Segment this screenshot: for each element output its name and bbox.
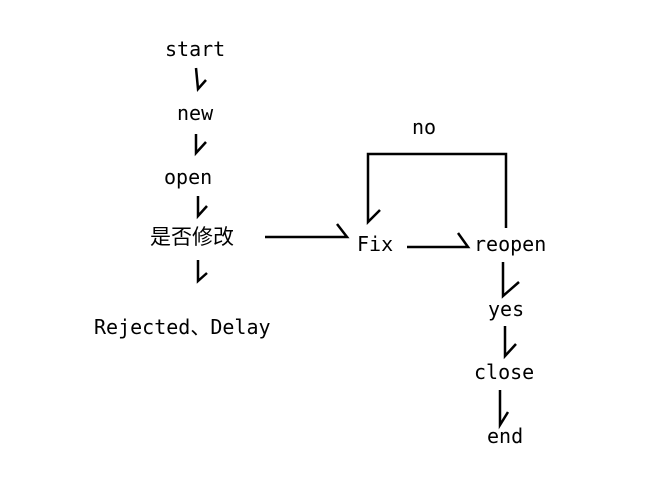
node-reopen: reopen — [474, 232, 547, 256]
edge-label-no: no — [412, 115, 437, 139]
arrow-decision-to-fix — [265, 223, 350, 239]
flowchart-canvas: start new open 是否修改 Rejected、Delay Fix r… — [0, 0, 654, 477]
arrow-open-to-decision — [196, 196, 208, 220]
flowchart-connectors — [194, 67, 520, 430]
node-fix: Fix — [357, 232, 394, 256]
arrow-yes-to-close — [503, 326, 517, 360]
arrow-fix-to-reopen — [407, 232, 471, 249]
node-rejected-delay: Rejected、Delay — [94, 315, 271, 339]
node-yes: yes — [488, 297, 525, 321]
node-close: close — [474, 360, 535, 384]
arrow-new-to-open — [194, 134, 207, 157]
node-end: end — [487, 424, 524, 448]
node-start: start — [165, 37, 226, 61]
arrow-reopen-to-yes — [501, 262, 520, 299]
arrow-start-to-new — [194, 67, 207, 92]
node-new: new — [177, 101, 214, 125]
arrow-reopen-to-fix-loop — [366, 152, 508, 228]
node-decision: 是否修改 — [150, 225, 234, 249]
arrow-decision-to-rejected — [196, 260, 208, 284]
arrow-close-to-end — [498, 390, 510, 430]
node-open: open — [164, 165, 213, 189]
